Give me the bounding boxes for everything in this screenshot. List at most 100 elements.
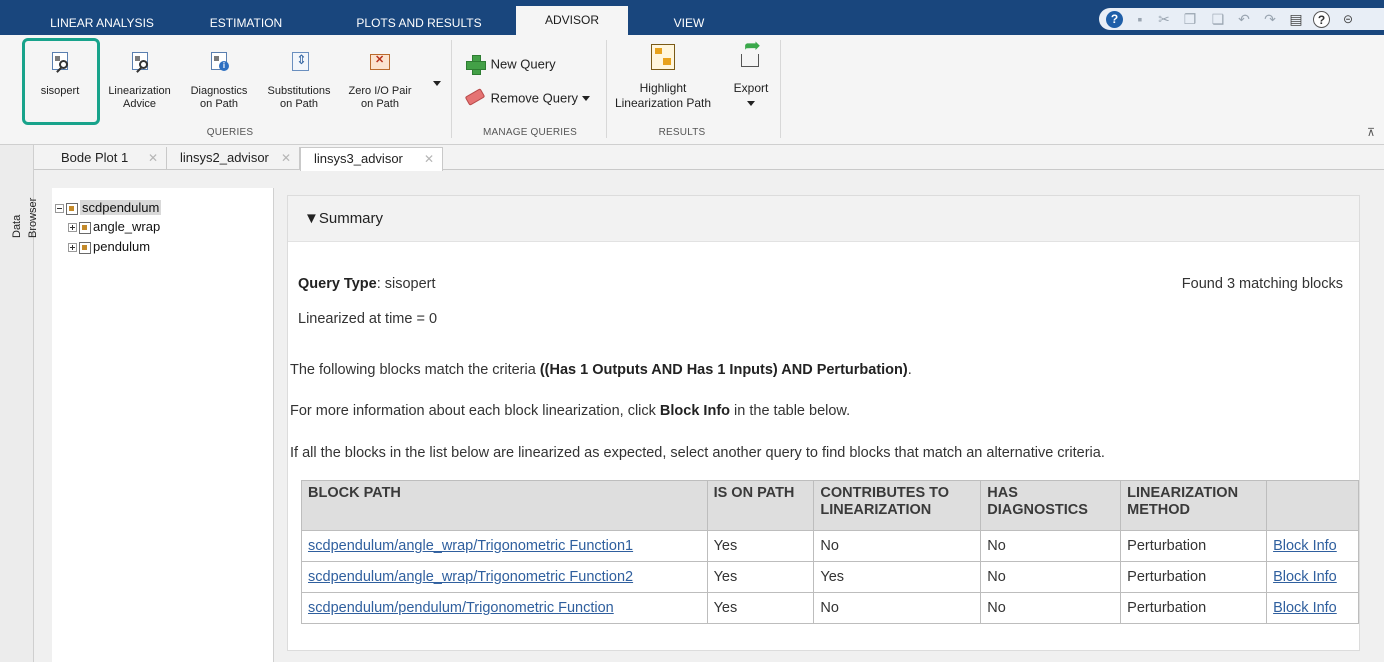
- collapse-icon: ⊼: [1366, 127, 1376, 139]
- divider: [780, 40, 781, 138]
- block-info-link[interactable]: Block Info: [1273, 600, 1337, 616]
- blocks-table: BLOCK PATH IS ON PATH CONTRIBUTES TO LINE…: [301, 480, 1359, 624]
- block-info-cell: Block Info: [1266, 530, 1359, 562]
- expand-icon[interactable]: [68, 243, 77, 253]
- summary-header[interactable]: ▼Summary: [288, 196, 1359, 242]
- substitutions-on-path-button[interactable]: Substitutionson Path: [261, 52, 337, 111]
- manage-queries-group-label: MANAGE QUERIES: [483, 127, 577, 138]
- model-tree: scdpendulum angle_wrap pendulum: [52, 188, 274, 662]
- queries-gallery-expand-button[interactable]: [430, 77, 444, 90]
- close-icon[interactable]: ✕: [281, 147, 291, 169]
- contributes-cell: Yes: [813, 561, 982, 593]
- button-label: on Path: [200, 98, 238, 110]
- remove-query-button[interactable]: Remove Query: [464, 88, 595, 108]
- block-info-link[interactable]: Block Info: [1273, 569, 1337, 585]
- info-bold: Block Info: [659, 403, 731, 419]
- info-text: For more information about each block li…: [290, 403, 850, 419]
- collapse-ribbon-button[interactable]: ⊼: [1365, 127, 1377, 140]
- block-info-link[interactable]: Block Info: [1273, 538, 1337, 554]
- tree-node-pendulum[interactable]: pendulum: [68, 238, 150, 256]
- cut-icon[interactable]: ✂: [1155, 10, 1173, 28]
- column-header-block-path: BLOCK PATH: [301, 480, 708, 531]
- button-label: Zero I/O Pair: [348, 85, 412, 97]
- method-cell: Perturbation: [1120, 592, 1268, 624]
- tab-bode-plot-1[interactable]: Bode Plot 1 ✕: [48, 147, 167, 170]
- criteria-expression: ((Has 1 Outputs AND Has 1 Inputs) AND Pe…: [539, 362, 908, 378]
- block-path-link[interactable]: scdpendulum/pendulum/Trigonometric Funct…: [308, 600, 614, 616]
- close-icon[interactable]: ✕: [424, 148, 434, 170]
- tab-linsys3-advisor[interactable]: linsys3_advisor ✕: [300, 147, 443, 171]
- linearized-time: Linearized at time = 0: [298, 311, 438, 327]
- save-icon[interactable]: ▪: [1131, 10, 1149, 28]
- block-path-link[interactable]: scdpendulum/angle_wrap/Trigonometric Fun…: [308, 538, 633, 554]
- query-type: Query Type: sisopert: [298, 276, 436, 292]
- minimize-icon[interactable]: ⊝: [1339, 10, 1357, 28]
- chevron-down-icon: [581, 95, 590, 101]
- eraser-icon: [464, 88, 486, 108]
- undo-icon[interactable]: ↶: [1235, 10, 1253, 28]
- zero-io-pair-button[interactable]: Zero I/O Pairon Path: [340, 52, 420, 111]
- tab-linsys2-advisor[interactable]: linsys2_advisor ✕: [167, 147, 300, 170]
- block-path-cell: scdpendulum/angle_wrap/Trigonometric Fun…: [301, 530, 708, 562]
- highlight-path-icon: [651, 44, 675, 70]
- table-header-row: BLOCK PATH IS ON PATH CONTRIBUTES TO LINE…: [301, 480, 1359, 531]
- query-type-label: Query Type: [298, 276, 377, 292]
- plus-icon: [465, 54, 486, 75]
- button-label: on Path: [361, 98, 399, 110]
- tree-node-angle-wrap[interactable]: angle_wrap: [68, 218, 160, 236]
- tree-node-scdpendulum[interactable]: scdpendulum: [55, 199, 162, 217]
- layout-icon[interactable]: ▤: [1287, 10, 1305, 28]
- tab-label: Bode Plot 1: [61, 150, 129, 165]
- column-header-contributes: CONTRIBUTES TO LINEARIZATION: [813, 480, 982, 531]
- new-query-label: New Query: [490, 56, 556, 72]
- block-path-cell: scdpendulum/angle_wrap/Trigonometric Fun…: [301, 561, 708, 593]
- export-label: Export: [733, 81, 769, 95]
- redo-icon[interactable]: ↷: [1261, 10, 1279, 28]
- summary-section: ▼Summary Query Type: sisopert Found 3 ma…: [287, 195, 1360, 651]
- tree-node-label: angle_wrap: [93, 219, 161, 234]
- collapse-icon[interactable]: [55, 204, 64, 214]
- sisopert-highlight-frame: [22, 38, 100, 125]
- tab-estimation[interactable]: ESTIMATION: [196, 11, 296, 35]
- query-icon: [130, 52, 150, 72]
- export-button[interactable]: Export: [731, 40, 771, 111]
- block-info-cell: Block Info: [1266, 561, 1359, 593]
- results-group-label: RESULTS: [658, 127, 706, 138]
- help-icon[interactable]: ?: [1313, 10, 1330, 28]
- column-header-linearization-method: LINEARIZATION METHOD: [1120, 480, 1268, 531]
- method-cell: Perturbation: [1120, 530, 1268, 562]
- contributes-cell: No: [813, 592, 982, 624]
- has-diagnostics-cell: No: [980, 530, 1122, 562]
- close-icon[interactable]: ✕: [148, 147, 158, 169]
- table-row: scdpendulum/pendulum/Trigonometric Funct…: [301, 592, 1359, 624]
- divider: [451, 40, 452, 138]
- tab-linear-analysis[interactable]: LINEAR ANALYSIS: [35, 11, 169, 35]
- expand-icon[interactable]: [68, 223, 77, 233]
- model-icon: [66, 202, 78, 215]
- new-query-button[interactable]: New Query: [465, 54, 575, 75]
- paste-icon[interactable]: ❏: [1209, 10, 1227, 28]
- zero-pair-icon: [370, 52, 390, 72]
- advisor-report: ▼Summary Query Type: sisopert Found 3 ma…: [275, 188, 1384, 662]
- chevron-down-icon: [747, 101, 755, 107]
- table-row: scdpendulum/angle_wrap/Trigonometric Fun…: [301, 530, 1359, 562]
- tab-view[interactable]: VIEW: [640, 11, 738, 35]
- highlight-linearization-path-button[interactable]: Highlight Linearization Path: [611, 44, 715, 111]
- linearization-advice-button[interactable]: Linearization Advice: [101, 52, 178, 111]
- button-label: Highlight: [639, 81, 687, 95]
- column-header-block-info: [1266, 480, 1359, 531]
- button-label: Diagnostics: [190, 85, 248, 97]
- block-path-link[interactable]: scdpendulum/angle_wrap/Trigonometric Fun…: [308, 569, 633, 585]
- copy-icon[interactable]: ❐: [1181, 10, 1199, 28]
- tab-plots-and-results[interactable]: PLOTS AND RESULTS: [335, 11, 503, 35]
- tab-label: linsys3_advisor: [314, 151, 403, 166]
- button-label: on Path: [280, 98, 318, 110]
- criteria-prefix: The following blocks match the criteria: [290, 362, 540, 378]
- help-icon[interactable]: ?: [1106, 10, 1123, 28]
- tab-advisor[interactable]: ADVISOR: [516, 6, 628, 35]
- diagnostics-on-path-button[interactable]: i Diagnostics on Path: [180, 52, 258, 111]
- data-browser-toggle[interactable]: Data Browser: [9, 178, 39, 238]
- block-path-cell: scdpendulum/pendulum/Trigonometric Funct…: [301, 592, 708, 624]
- button-label: Advice: [122, 98, 157, 110]
- substitution-icon: [289, 52, 309, 72]
